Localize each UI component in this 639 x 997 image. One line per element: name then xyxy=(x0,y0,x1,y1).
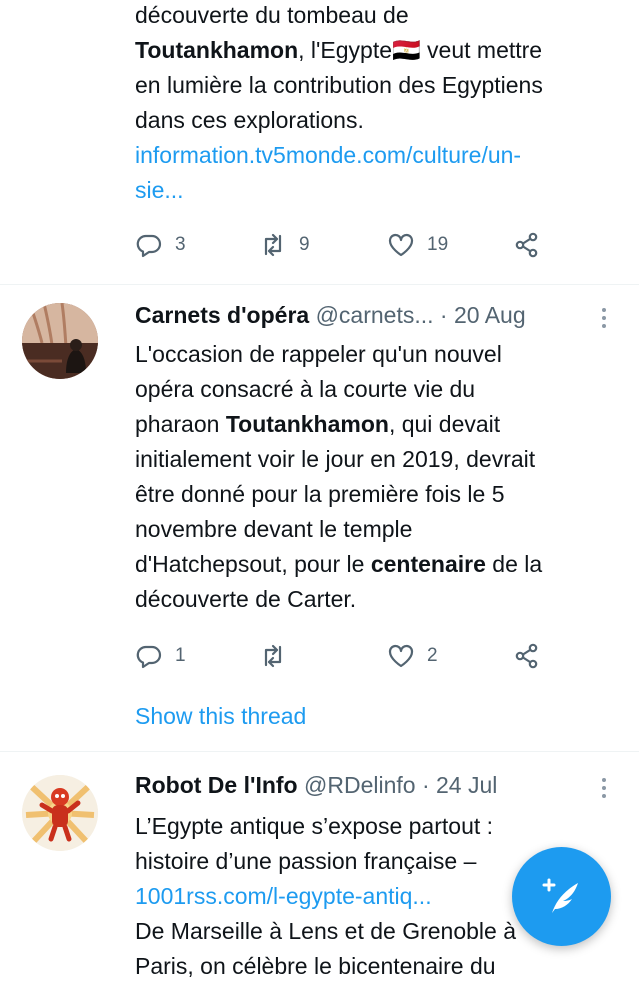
retweet-icon xyxy=(264,233,282,257)
tweet-1-line: en lumière la contribution des Egyptiens xyxy=(135,72,543,98)
tweet-1-line: Toutankhamon, l'Egypte🇪🇬 veut mettre xyxy=(135,33,625,68)
more-icon xyxy=(602,308,606,312)
retweet-button[interactable] xyxy=(259,642,287,670)
more-options-button[interactable] xyxy=(596,774,612,802)
tweet-1-link-part[interactable]: sie... xyxy=(135,173,625,208)
tweet-date[interactable]: 20 Aug xyxy=(454,302,526,328)
more-icon-dot xyxy=(602,794,606,798)
tweet-2-line: d'Hatchepsout, pour le centenaire de la xyxy=(135,547,625,582)
tweet-2-line: être donné pour la première fois le 5 xyxy=(135,481,505,507)
reply-count: 3 xyxy=(175,234,186,255)
author-handle[interactable]: @carnets... xyxy=(316,302,434,328)
retweet-button[interactable]: 9 xyxy=(259,231,310,259)
share-button[interactable] xyxy=(513,642,541,670)
more-icon-dot xyxy=(602,316,606,320)
share-icon xyxy=(515,232,538,258)
tweet-1-text: découverte du tombeau de Toutankhamon, l… xyxy=(135,0,625,208)
reply-count: 1 xyxy=(175,645,186,666)
tweet-1-text-fragment: , l'Egypte xyxy=(298,37,393,63)
reply-icon xyxy=(136,645,162,669)
like-count: 19 xyxy=(427,234,449,255)
tweet-2-actions: 1 2 xyxy=(135,642,615,672)
tweet-1-line: dans ces explorations. xyxy=(135,107,364,133)
like-button[interactable]: 19 xyxy=(387,231,448,259)
heart-icon xyxy=(388,644,414,668)
retweet-count: 9 xyxy=(299,234,310,255)
heart-icon xyxy=(388,233,414,257)
author-handle[interactable]: @RDelinfo xyxy=(304,772,416,798)
reply-icon xyxy=(136,234,162,258)
tweet-divider xyxy=(0,751,639,752)
opera-avatar-image xyxy=(22,303,98,379)
tweet-2-line: pharaon Toutankhamon, qui devait xyxy=(135,407,625,442)
tweet-divider xyxy=(0,284,639,285)
separator-dot: · xyxy=(433,302,454,328)
tweet-2-header: Carnets d'opéra @carnets... · 20 Aug xyxy=(135,298,526,332)
tweet-3-header: Robot De l'Info @RDelinfo · 24 Jul xyxy=(135,768,497,802)
tweet-2-text-fragment: , qui devait xyxy=(388,411,501,437)
reply-button[interactable]: 1 xyxy=(135,642,186,670)
like-count: 2 xyxy=(427,645,438,666)
tweet-1-link[interactable]: information.tv5monde.com/culture/un-sie.… xyxy=(135,138,625,208)
tweet-2-line: L'occasion de rappeler qu'un nouvel xyxy=(135,341,502,367)
tweet-1-text-fragment: veut mettre xyxy=(420,37,543,63)
like-button[interactable]: 2 xyxy=(387,642,438,670)
reply-button[interactable]: 3 xyxy=(135,231,186,259)
tweet-2-line: initialement voir le jour en 2019, devra… xyxy=(135,446,536,472)
tweet-2-text-fragment: d'Hatchepsout, pour le xyxy=(135,551,371,577)
hashtag-keyword: Toutankhamon xyxy=(135,37,299,63)
retweet-icon xyxy=(264,644,282,668)
tweet-2-text-fragment: de la xyxy=(485,551,543,577)
highlighted-keyword: Toutankhamon xyxy=(225,411,389,437)
more-icon xyxy=(602,778,606,782)
avatar[interactable] xyxy=(22,775,98,851)
author-name[interactable]: Robot De l'Info xyxy=(135,772,298,798)
tweet-1-line: découverte du tombeau de xyxy=(135,2,409,28)
robot-avatar-image xyxy=(22,775,98,851)
more-icon-dot xyxy=(602,786,606,790)
tweet-1-actions: 3 9 19 xyxy=(135,231,615,261)
share-icon xyxy=(515,643,538,669)
tweet-2-line: découverte de Carter. xyxy=(135,586,357,612)
tweet-1-link-part[interactable]: information.tv5monde.com/culture/un- xyxy=(135,138,625,173)
tweet-3-line: L’Egypte antique s’expose partout : xyxy=(135,813,494,839)
highlighted-keyword: centenaire xyxy=(370,551,486,577)
compose-tweet-icon xyxy=(542,878,578,913)
more-options-button[interactable] xyxy=(596,304,612,332)
share-button[interactable] xyxy=(513,231,541,259)
compose-tweet-button[interactable] xyxy=(512,847,611,946)
tweet-2-line: opéra consacré à la courte vie du xyxy=(135,376,476,402)
tweet-2-text: L'occasion de rappeler qu'un nouvel opér… xyxy=(135,337,625,617)
tweet-date[interactable]: 24 Jul xyxy=(436,772,497,798)
separator-dot: · xyxy=(415,772,437,798)
show-thread-link[interactable]: Show this thread xyxy=(135,699,306,734)
tweet-2-text-fragment: pharaon xyxy=(135,411,226,437)
egypt-flag-emoji: 🇪🇬 xyxy=(392,37,421,63)
tweet-2-line: novembre devant le temple xyxy=(135,516,413,542)
author-name[interactable]: Carnets d'opéra xyxy=(135,302,309,328)
avatar[interactable] xyxy=(22,303,98,379)
more-icon-dot xyxy=(602,324,606,328)
tweet-3-line: Paris, on célèbre le bicentenaire du xyxy=(135,953,496,979)
